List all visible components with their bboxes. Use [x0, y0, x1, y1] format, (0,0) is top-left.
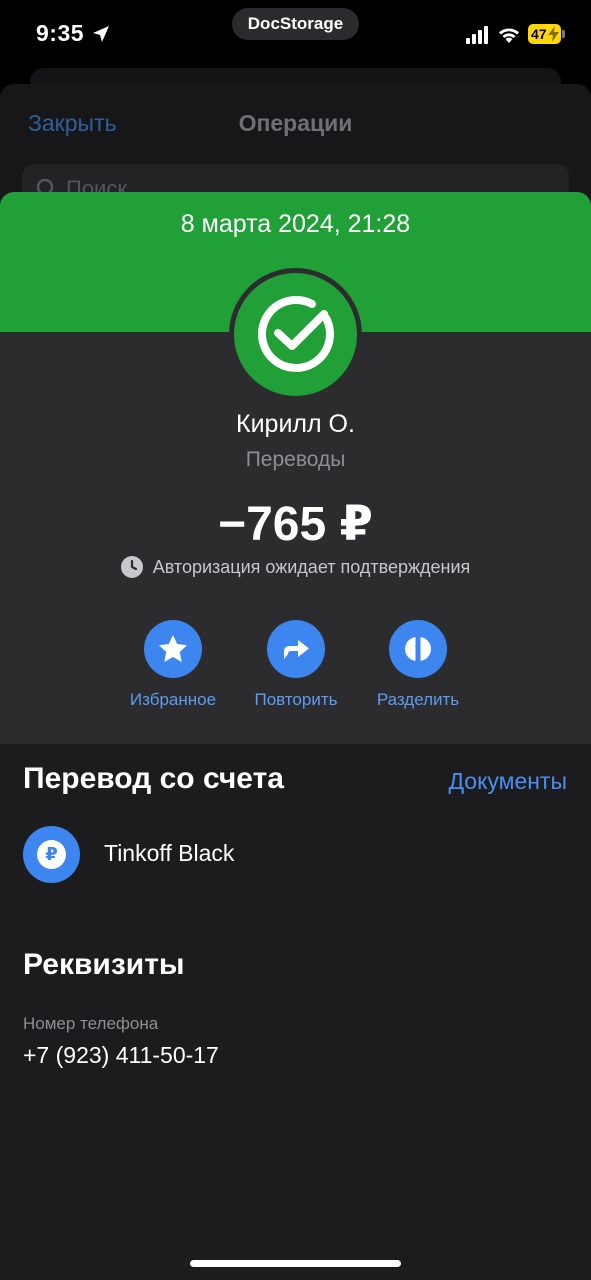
charging-bolt-icon: [548, 26, 559, 42]
recipient-name: Кирилл О.: [236, 410, 355, 438]
favorite-label: Избранное: [129, 690, 217, 709]
home-indicator[interactable]: [190, 1260, 401, 1267]
battery-tip: [562, 30, 565, 38]
status-time: 9:35: [36, 20, 85, 46]
operation-status: Авторизация ожидает подтверждения: [0, 556, 591, 578]
repeat-button[interactable]: Повторить: [231, 620, 361, 710]
repeat-label: Повторить: [254, 690, 338, 709]
split-button[interactable]: Разделить: [353, 620, 483, 710]
favorite-button[interactable]: Избранное: [108, 620, 238, 710]
app-pill[interactable]: DocStorage: [232, 8, 359, 40]
favorite-circle: [144, 620, 202, 678]
sber-checkmark-icon: [258, 296, 334, 372]
operation-category: Переводы: [245, 448, 346, 471]
operation-datetime: 8 марта 2024, 21:28: [180, 210, 411, 238]
operation-amount: −765 ₽: [218, 498, 373, 551]
split-icon: [405, 636, 431, 662]
split-circle: [389, 620, 447, 678]
clock-icon: [120, 556, 143, 578]
location-arrow-icon: [93, 26, 109, 42]
cellular-signal-icon: [466, 26, 488, 44]
phone-label: Номер телефона: [23, 1014, 159, 1033]
repeat-arrow-icon: [284, 640, 309, 659]
wifi-icon: [499, 28, 519, 43]
operations-title: Операции: [238, 110, 353, 136]
transfer-section-title: Перевод со счета: [23, 762, 284, 795]
status-text: Авторизация ожидает подтверждения: [152, 557, 471, 577]
details-section-title: Реквизиты: [23, 948, 185, 981]
status-bar: 9:35 DocStorage 47: [0, 0, 591, 70]
battery-level: 47: [531, 26, 547, 42]
star-icon: [159, 635, 187, 662]
split-label: Разделить: [376, 690, 460, 709]
ruble-icon: ₽: [23, 826, 80, 883]
screen: 9:35 DocStorage 47 Закрыть Операции Поис…: [0, 0, 591, 1280]
ruble-glyph: ₽: [37, 840, 66, 869]
account-name[interactable]: Tinkoff Black: [104, 840, 234, 867]
phone-value[interactable]: +7 (923) 411-50-17: [23, 1042, 219, 1069]
operation-details-sheet: 8 марта 2024, 21:28 Кирилл О. Переводы −…: [0, 192, 591, 1280]
documents-link[interactable]: Документы: [448, 768, 567, 795]
repeat-circle: [267, 620, 325, 678]
